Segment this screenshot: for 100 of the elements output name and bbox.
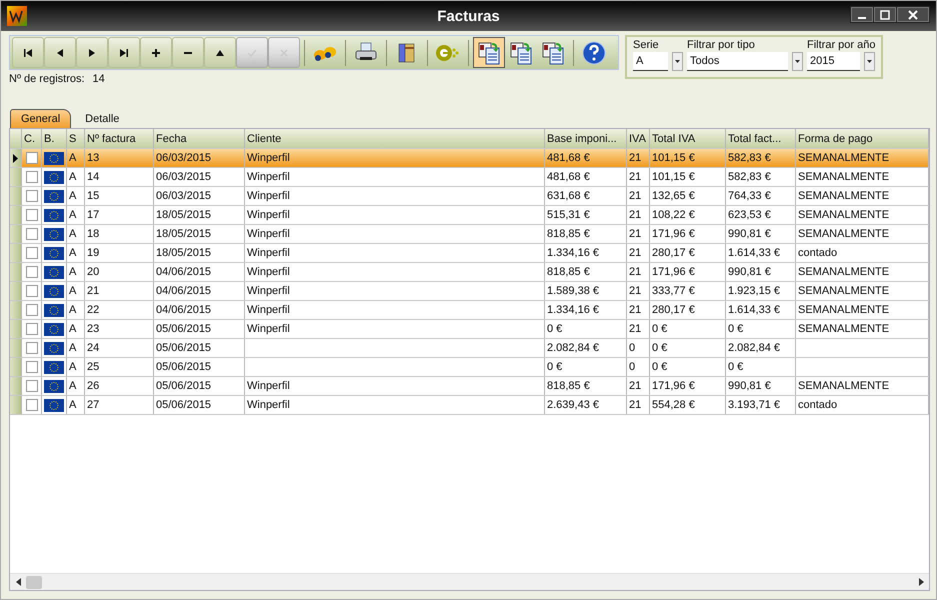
row-checkbox[interactable] [26, 323, 38, 335]
table-cell: 21 [627, 377, 650, 395]
close-button[interactable] [897, 7, 929, 22]
table-cell: 0 € [726, 320, 796, 338]
eu-flag-icon [44, 398, 64, 412]
document-icon [540, 40, 566, 66]
table-cell: 22 [85, 301, 154, 319]
horizontal-scrollbar[interactable] [10, 573, 929, 590]
row-checkbox[interactable] [26, 228, 38, 240]
table-cell: SEMANALMENTE [796, 282, 929, 300]
table-cell: 20 [85, 263, 154, 281]
row-checkbox[interactable] [26, 247, 38, 259]
table-row[interactable]: A 15 06/03/2015 Winperfil 631,68 € 21 132,65 € 764,33 € SEMANALMENTE [10, 187, 929, 206]
table-cell: 21 [627, 187, 650, 205]
toolbar-button[interactable] [108, 37, 140, 68]
table-cell: Winperfil [245, 187, 545, 205]
previous-icon [55, 48, 65, 58]
table-cell: 101,15 € [650, 168, 726, 186]
column-header[interactable]: IVA [627, 129, 650, 148]
column-header[interactable]: Fecha [154, 129, 245, 148]
column-header[interactable]: Total IVA [650, 129, 726, 148]
column-header[interactable]: Total fact... [726, 129, 796, 148]
table-cell: 0 € [650, 339, 726, 357]
app-logo-icon [7, 6, 27, 26]
row-checkbox[interactable] [26, 342, 38, 354]
table-cell: 18/05/2015 [154, 206, 245, 224]
row-checkbox[interactable] [26, 304, 38, 316]
row-checkbox[interactable] [26, 171, 38, 183]
table-cell: A [67, 396, 85, 414]
table-row[interactable]: A 13 06/03/2015 Winperfil 481,68 € 21 101,15 € 582,83 € SEMANALMENTE [10, 149, 929, 168]
table-cell: 21 [627, 263, 650, 281]
table-row[interactable]: A 26 05/06/2015 Winperfil 818,85 € 21 171,96 € 990,81 € SEMANALMENTE [10, 377, 929, 396]
row-checkbox[interactable] [26, 361, 38, 373]
row-checkbox[interactable] [26, 285, 38, 297]
table-cell: 582,83 € [726, 149, 796, 167]
table-row[interactable]: A 27 05/06/2015 Winperfil 2.639,43 € 21 554,28 € 3.193,71 € contado [10, 396, 929, 415]
table-cell: SEMANALMENTE [796, 168, 929, 186]
table-cell: 990,81 € [726, 377, 796, 395]
row-checkbox[interactable] [26, 399, 38, 411]
table-row[interactable]: A 18 18/05/2015 Winperfil 818,85 € 21 171,96 € 990,81 € SEMANALMENTE [10, 225, 929, 244]
row-checkbox[interactable] [26, 190, 38, 202]
column-header[interactable]: B. [42, 129, 67, 148]
tab[interactable]: Detalle [75, 109, 130, 128]
maximize-button[interactable] [874, 7, 896, 22]
eu-flag-icon [44, 322, 64, 336]
table-cell: Winperfil [245, 263, 545, 281]
table-row[interactable]: A 22 04/06/2015 Winperfil 1.334,16 € 21 280,17 € 1.614,33 € SEMANALMENTE [10, 301, 929, 320]
column-header[interactable]: S [67, 129, 85, 148]
table-row[interactable]: A 23 05/06/2015 Winperfil 0 € 21 0 € 0 € SEMANALMENTE [10, 320, 929, 339]
table-cell: 0 € [650, 320, 726, 338]
column-header[interactable]: C. [22, 129, 42, 148]
toolbar-button[interactable] [76, 37, 108, 68]
tab[interactable]: General [10, 109, 72, 128]
row-checkbox[interactable] [26, 152, 38, 164]
column-header[interactable]: Nº factura [85, 129, 154, 148]
eu-flag-icon [44, 246, 64, 260]
toolbar-button[interactable] [44, 37, 76, 68]
table-cell: SEMANALMENTE [796, 225, 929, 243]
minimize-icon [858, 17, 866, 19]
table-row[interactable]: A 14 06/03/2015 Winperfil 481,68 € 21 101,15 € 582,83 € SEMANALMENTE [10, 168, 929, 187]
table-cell: 0 [627, 358, 650, 376]
column-header[interactable]: Cliente [245, 129, 545, 148]
table-cell: 18 [85, 225, 154, 243]
toolbar-button[interactable] [204, 37, 236, 68]
table-cell: SEMANALMENTE [796, 377, 929, 395]
table-row[interactable]: A 17 18/05/2015 Winperfil 515,31 € 21 108,22 € 623,53 € SEMANALMENTE [10, 206, 929, 225]
table-cell: 21 [627, 320, 650, 338]
table-row[interactable]: A 25 05/06/2015 0 € 0 0 € 0 € [10, 358, 929, 377]
table-cell: 990,81 € [726, 263, 796, 281]
table-cell: contado [796, 396, 929, 414]
column-header[interactable]: Base imponi... [545, 129, 627, 148]
row-checkbox[interactable] [26, 380, 38, 392]
table-row[interactable]: A 19 18/05/2015 Winperfil 1.334,16 € 21 280,17 € 1.614,33 € contado [10, 244, 929, 263]
toolbar-button[interactable] [140, 37, 172, 68]
document-icon [476, 40, 502, 66]
table-cell: 990,81 € [726, 225, 796, 243]
toolbar-button[interactable] [473, 37, 505, 68]
table-cell: 27 [85, 396, 154, 414]
row-checkbox[interactable] [26, 266, 38, 278]
row-indicator[interactable] [10, 149, 22, 167]
table-row[interactable]: A 21 04/06/2015 Winperfil 1.589,38 € 21 333,77 € 1.923,15 € SEMANALMENTE [10, 282, 929, 301]
table-row[interactable]: A 20 04/06/2015 Winperfil 818,85 € 21 171,96 € 990,81 € SEMANALMENTE [10, 263, 929, 282]
table-cell: A [67, 301, 85, 319]
table-cell: 04/06/2015 [154, 301, 245, 319]
row-checkbox[interactable] [26, 209, 38, 221]
table-cell: 21 [627, 301, 650, 319]
column-header[interactable]: Forma de pago [796, 129, 929, 148]
table-cell: 14 [85, 168, 154, 186]
table-cell: 171,96 € [650, 377, 726, 395]
table-cell: A [67, 206, 85, 224]
table-cell: 18/05/2015 [154, 225, 245, 243]
table-cell: 06/03/2015 [154, 187, 245, 205]
plus-icon [151, 48, 161, 58]
scroll-thumb[interactable] [26, 576, 42, 588]
table-row[interactable]: A 24 05/06/2015 2.082,84 € 0 0 € 2.082,84 € [10, 339, 929, 358]
minimize-button[interactable] [851, 7, 873, 22]
window-title: Facturas [437, 8, 500, 24]
toolbar-button[interactable] [12, 37, 44, 68]
table-cell: SEMANALMENTE [796, 206, 929, 224]
table-cell: A [67, 168, 85, 186]
